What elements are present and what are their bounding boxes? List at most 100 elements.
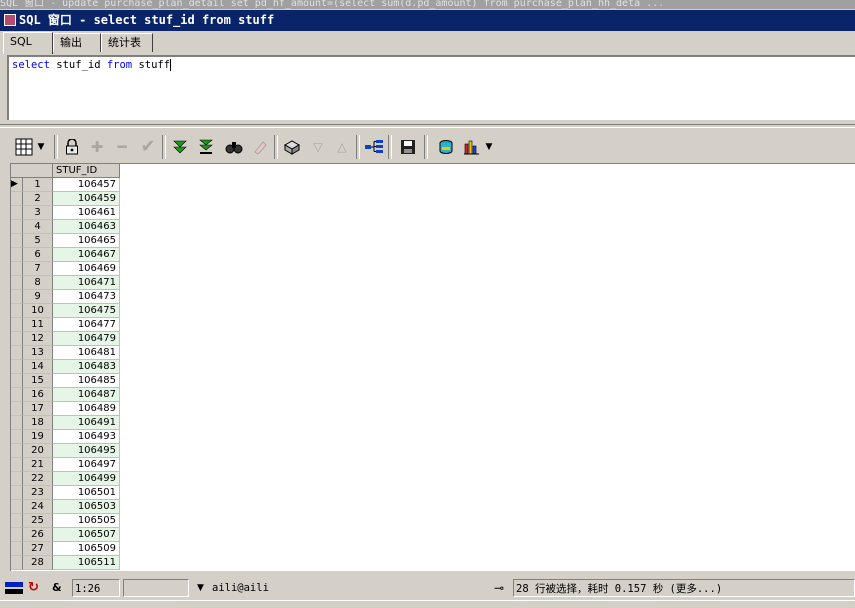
row-selector[interactable] bbox=[11, 556, 23, 570]
row-number[interactable]: 24 bbox=[23, 500, 53, 514]
table-cell-stuf-id[interactable]: 106461 bbox=[53, 206, 120, 220]
row-number[interactable]: 13 bbox=[23, 346, 53, 360]
row-number[interactable]: 6 bbox=[23, 248, 53, 262]
row-selector[interactable] bbox=[11, 500, 23, 514]
chart-icon[interactable] bbox=[460, 133, 484, 161]
fetch-next-icon[interactable] bbox=[168, 133, 192, 161]
column-header-stuf-id[interactable]: STUF_ID bbox=[53, 164, 120, 178]
row-number[interactable]: 12 bbox=[23, 332, 53, 346]
table-cell-stuf-id[interactable]: 106487 bbox=[53, 388, 120, 402]
row-selector[interactable] bbox=[11, 430, 23, 444]
query-by-example-icon[interactable] bbox=[280, 133, 304, 161]
row-selector[interactable] bbox=[11, 234, 23, 248]
row-selector[interactable] bbox=[11, 542, 23, 556]
row-number[interactable]: 15 bbox=[23, 374, 53, 388]
row-selector[interactable] bbox=[11, 262, 23, 276]
fetch-last-icon[interactable] bbox=[194, 133, 218, 161]
export-icon[interactable] bbox=[434, 133, 458, 161]
table-cell-stuf-id[interactable]: 106501 bbox=[53, 486, 120, 500]
row-number[interactable]: 27 bbox=[23, 542, 53, 556]
row-number[interactable]: 2 bbox=[23, 192, 53, 206]
table-cell-stuf-id[interactable]: 106463 bbox=[53, 220, 120, 234]
table-cell-stuf-id[interactable]: 106485 bbox=[53, 374, 120, 388]
table-cell-stuf-id[interactable]: 106471 bbox=[53, 276, 120, 290]
single-record-view-icon[interactable] bbox=[362, 133, 386, 161]
table-cell-stuf-id[interactable]: 106479 bbox=[53, 332, 120, 346]
row-selector[interactable] bbox=[11, 374, 23, 388]
row-number[interactable]: 14 bbox=[23, 360, 53, 374]
row-selector[interactable] bbox=[11, 514, 23, 528]
row-number[interactable]: 8 bbox=[23, 276, 53, 290]
delete-record-icon[interactable]: ━ bbox=[110, 133, 134, 161]
grid-view-icon[interactable] bbox=[12, 133, 36, 161]
row-selector[interactable] bbox=[11, 360, 23, 374]
table-cell-stuf-id[interactable]: 106511 bbox=[53, 556, 120, 570]
pin-icon[interactable]: ⊸ bbox=[494, 579, 512, 597]
row-selector[interactable] bbox=[11, 220, 23, 234]
dropdown-arrow-icon[interactable]: ▼ bbox=[482, 133, 496, 161]
save-icon[interactable] bbox=[396, 133, 420, 161]
row-selector[interactable] bbox=[11, 388, 23, 402]
find-icon[interactable] bbox=[222, 133, 246, 161]
lock-icon[interactable] bbox=[60, 133, 84, 161]
row-number[interactable]: 18 bbox=[23, 416, 53, 430]
row-selector[interactable] bbox=[11, 248, 23, 262]
table-cell-stuf-id[interactable]: 106467 bbox=[53, 248, 120, 262]
status-message[interactable]: 28 行被选择，耗时 0.157 秒 (更多...) bbox=[513, 579, 855, 597]
row-number[interactable]: 21 bbox=[23, 458, 53, 472]
result-grid[interactable]: STUF_ID ▶ 1 106457 2 106459 3 106461 4 106463 5 10… bbox=[10, 163, 855, 571]
tab-sql[interactable]: SQL bbox=[3, 32, 53, 54]
table-cell-stuf-id[interactable]: 106475 bbox=[53, 304, 120, 318]
editor-grid-splitter[interactable] bbox=[0, 124, 855, 128]
table-cell-stuf-id[interactable]: 106505 bbox=[53, 514, 120, 528]
tab-statistics[interactable]: 统计表 bbox=[101, 33, 153, 52]
row-selector[interactable] bbox=[11, 304, 23, 318]
row-selector[interactable] bbox=[11, 402, 23, 416]
row-number[interactable]: 10 bbox=[23, 304, 53, 318]
row-number[interactable]: 28 bbox=[23, 556, 53, 570]
tab-output[interactable]: 输出 bbox=[53, 33, 101, 52]
table-cell-stuf-id[interactable]: 106469 bbox=[53, 262, 120, 276]
previous-record-icon[interactable]: ▽ bbox=[306, 133, 330, 161]
dropdown-arrow-icon[interactable]: ▼ bbox=[34, 133, 48, 161]
row-selector[interactable] bbox=[11, 206, 23, 220]
row-selector[interactable] bbox=[11, 346, 23, 360]
table-cell-stuf-id[interactable]: 106483 bbox=[53, 360, 120, 374]
window-list-icon[interactable] bbox=[4, 579, 24, 597]
row-selector[interactable] bbox=[11, 416, 23, 430]
row-selector[interactable] bbox=[11, 318, 23, 332]
table-cell-stuf-id[interactable]: 106509 bbox=[53, 542, 120, 556]
table-cell-stuf-id[interactable]: 106507 bbox=[53, 528, 120, 542]
row-selector[interactable] bbox=[11, 276, 23, 290]
table-cell-stuf-id[interactable]: 106493 bbox=[53, 430, 120, 444]
row-number[interactable]: 19 bbox=[23, 430, 53, 444]
sql-editor[interactable]: select stuf_id from stuff bbox=[7, 55, 855, 120]
window-title-bar[interactable]: SQL 窗口 - select stuf_id from stuff bbox=[0, 10, 855, 31]
table-cell-stuf-id[interactable]: 106457 bbox=[53, 178, 120, 192]
grid-corner[interactable] bbox=[11, 164, 53, 178]
table-cell-stuf-id[interactable]: 106481 bbox=[53, 346, 120, 360]
row-number[interactable]: 20 bbox=[23, 444, 53, 458]
row-number[interactable]: 7 bbox=[23, 262, 53, 276]
row-number[interactable]: 5 bbox=[23, 234, 53, 248]
row-number[interactable]: 25 bbox=[23, 514, 53, 528]
row-selector[interactable] bbox=[11, 444, 23, 458]
table-cell-stuf-id[interactable]: 106465 bbox=[53, 234, 120, 248]
row-selector[interactable]: ▶ bbox=[11, 178, 23, 192]
refresh-icon[interactable]: ↻ bbox=[28, 579, 44, 597]
table-cell-stuf-id[interactable]: 106491 bbox=[53, 416, 120, 430]
row-number[interactable]: 1 bbox=[23, 178, 53, 192]
row-selector[interactable] bbox=[11, 528, 23, 542]
clear-icon[interactable] bbox=[248, 133, 272, 161]
row-selector[interactable] bbox=[11, 472, 23, 486]
table-cell-stuf-id[interactable]: 106497 bbox=[53, 458, 120, 472]
row-number[interactable]: 23 bbox=[23, 486, 53, 500]
post-changes-icon[interactable]: ✔ bbox=[136, 133, 160, 161]
row-number[interactable]: 16 bbox=[23, 388, 53, 402]
row-number[interactable]: 11 bbox=[23, 318, 53, 332]
connection-label[interactable]: aili@aili bbox=[212, 579, 482, 597]
row-selector[interactable] bbox=[11, 290, 23, 304]
next-record-icon[interactable]: △ bbox=[330, 133, 354, 161]
connection-dropdown-icon[interactable]: ▼ bbox=[197, 579, 207, 597]
table-cell-stuf-id[interactable]: 106473 bbox=[53, 290, 120, 304]
